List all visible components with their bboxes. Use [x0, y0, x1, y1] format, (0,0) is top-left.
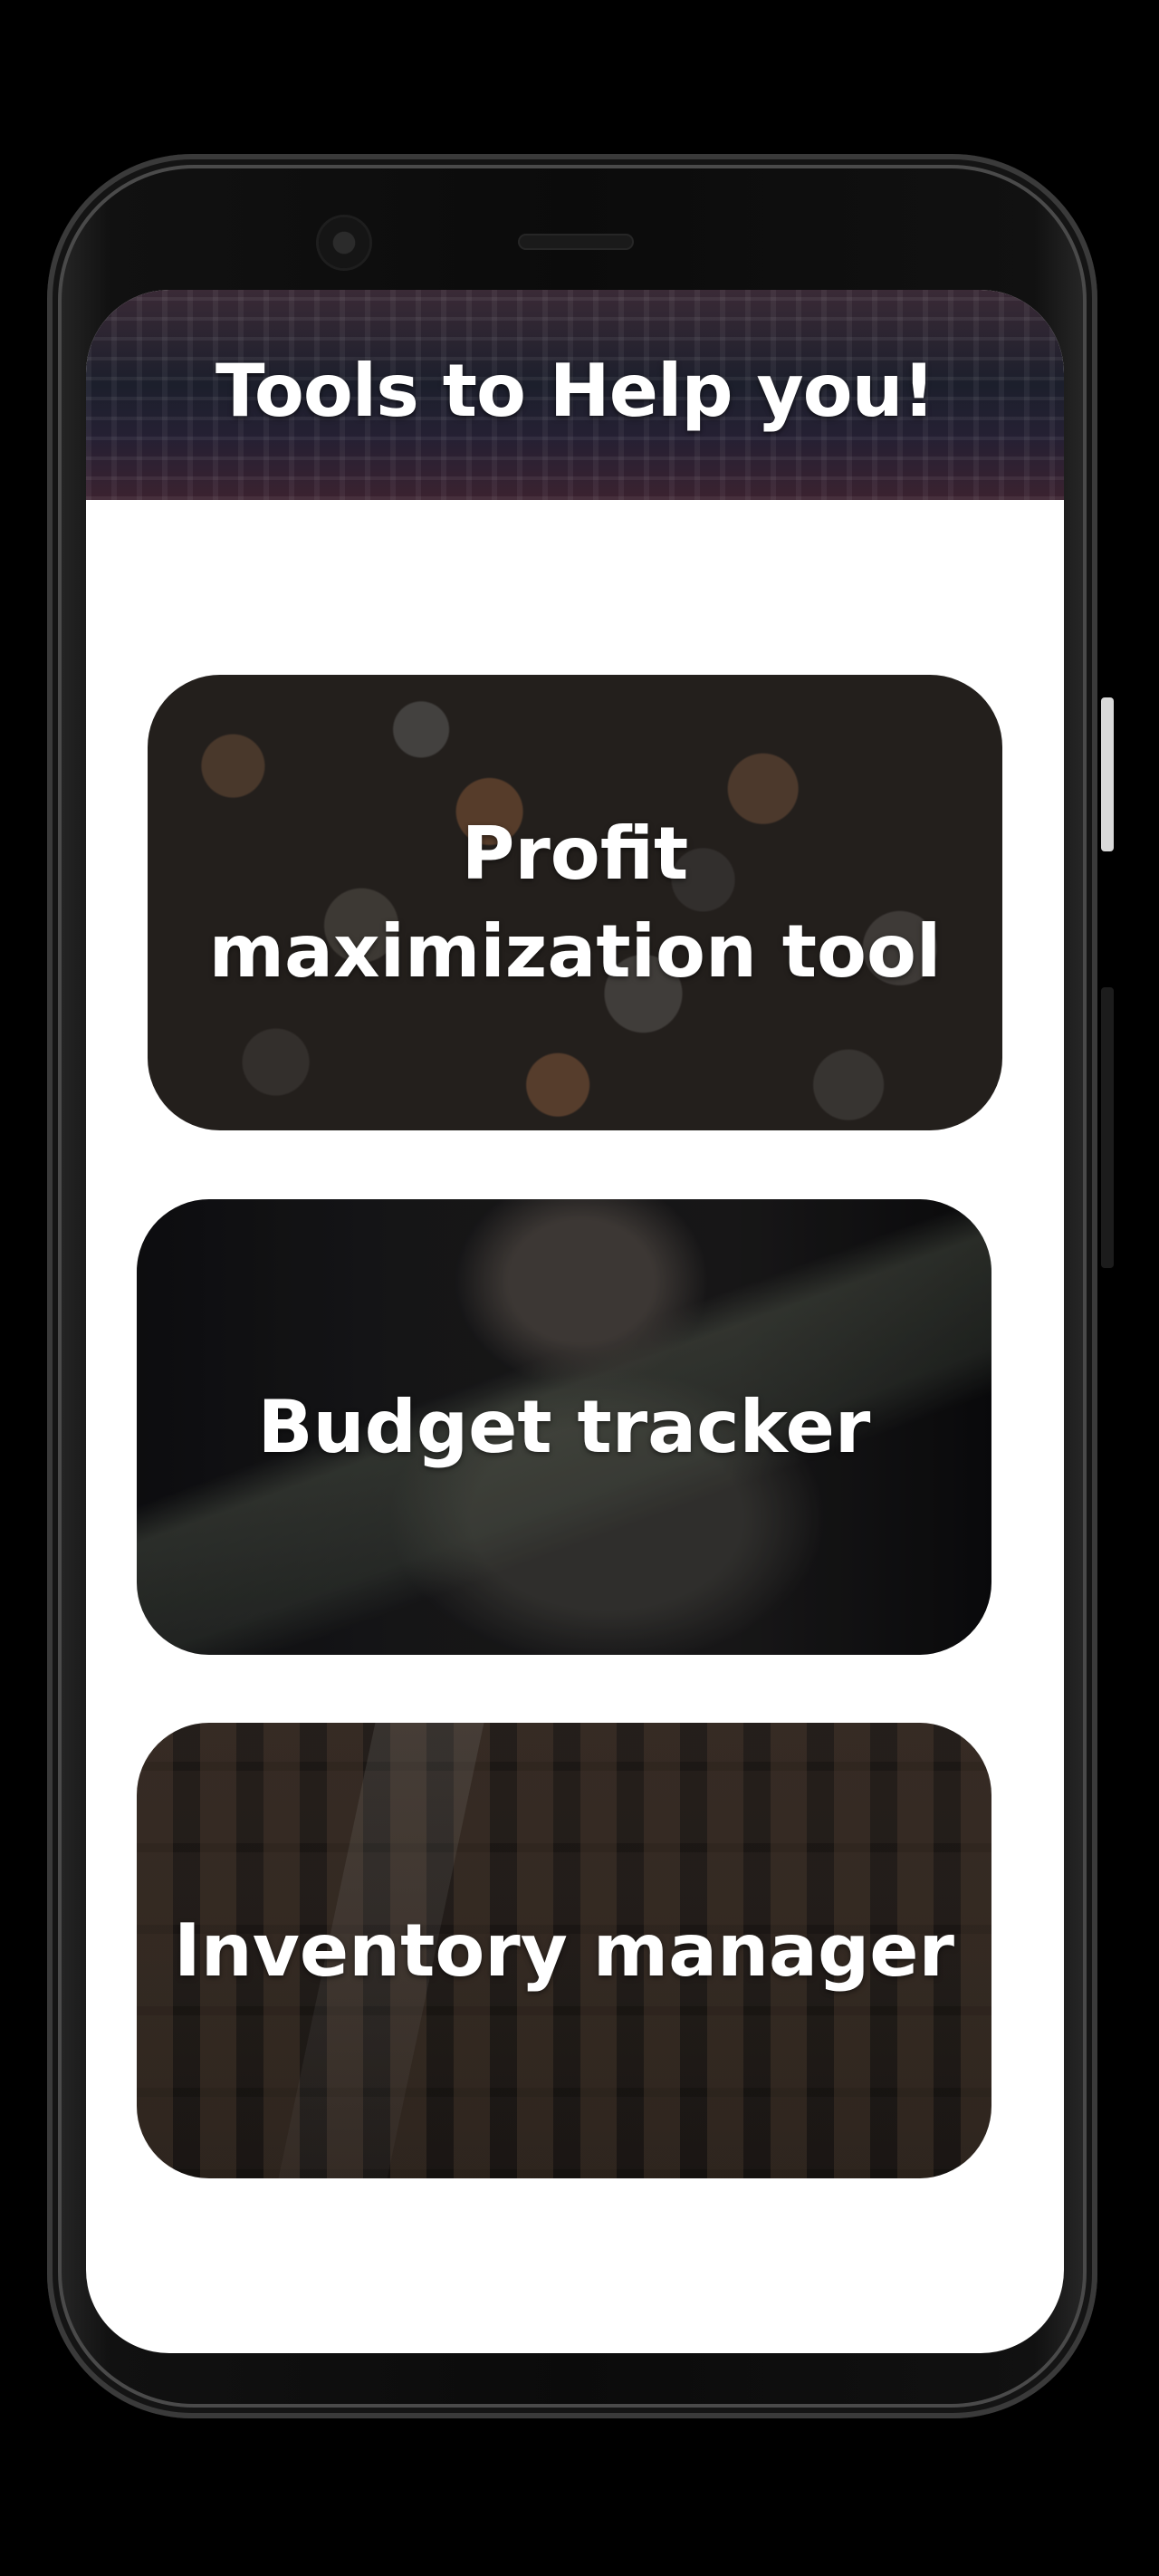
header-banner: Tools to Help you!	[86, 290, 1064, 500]
front-camera-icon	[319, 217, 369, 268]
earpiece-speaker	[518, 234, 634, 250]
app-screen: Tools to Help you! Profit maximization t…	[86, 290, 1064, 2353]
inventory-manager-label: Inventory manager	[174, 1908, 954, 1993]
budget-tracker-card[interactable]: Budget tracker	[137, 1199, 991, 1655]
budget-tracker-label: Budget tracker	[257, 1384, 871, 1469]
inventory-manager-card[interactable]: Inventory manager	[137, 1723, 991, 2178]
page-title: Tools to Help you!	[215, 348, 935, 433]
power-button	[1101, 697, 1114, 851]
profit-maximization-tool-card[interactable]: Profit maximization tool	[148, 675, 1002, 1130]
volume-button	[1101, 987, 1114, 1268]
profit-maximization-tool-label: Profit maximization tool	[208, 811, 942, 994]
